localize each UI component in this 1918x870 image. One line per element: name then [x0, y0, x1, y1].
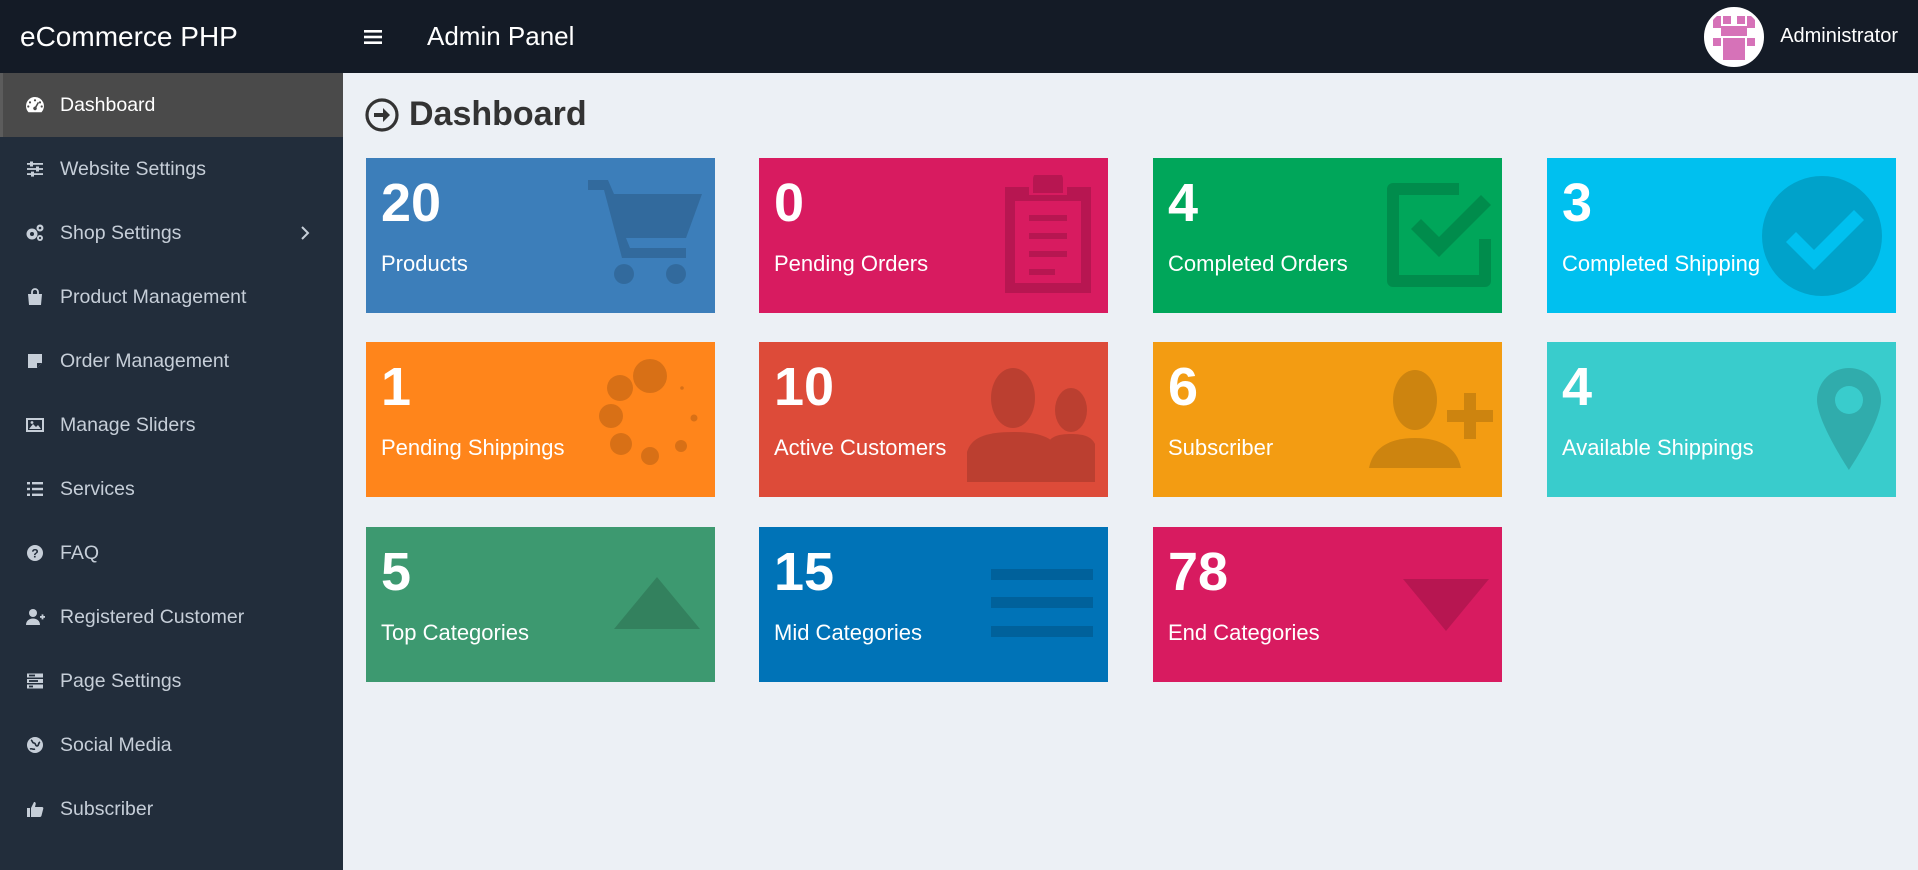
stat-value: 4	[1562, 357, 1593, 417]
users-icon	[967, 368, 1095, 482]
stat-label: Pending Orders	[774, 251, 929, 276]
stat-label: Pending Shippings	[381, 435, 565, 460]
sidebar-item-label: Dashboard	[60, 93, 156, 116]
map-marker-icon	[1817, 368, 1881, 470]
stat-card-pending-shippings[interactable]: 1 Pending Shippings	[366, 342, 715, 497]
sidebar-item-subscriber[interactable]: Subscriber	[0, 777, 343, 841]
stat-label: End Categories	[1168, 620, 1320, 645]
stat-value: 78	[1168, 542, 1229, 602]
cart-icon	[588, 178, 702, 288]
arrow-down-icon	[1403, 579, 1489, 631]
sidebar-toggle-button[interactable]	[343, 0, 403, 73]
sidebar-item-label: Page Settings	[60, 669, 182, 692]
stat-label: Available Shippings	[1562, 435, 1754, 460]
stat-value: 4	[1168, 173, 1199, 233]
stat-label: Products	[381, 251, 468, 276]
stat-value: 20	[381, 173, 442, 233]
user-menu[interactable]: Administrator	[1704, 0, 1898, 73]
page-title: Dashboard	[409, 95, 587, 133]
sidebar-item-label: Registered Customer	[60, 605, 245, 628]
stat-label: Completed Shipping	[1562, 251, 1761, 276]
hamburger-icon	[364, 29, 382, 44]
svg-text:?: ?	[31, 547, 38, 561]
stat-card-subscriber[interactable]: 6 Subscriber	[1153, 342, 1502, 497]
stat-label: Completed Orders	[1168, 251, 1348, 276]
stat-card-mid-categories[interactable]: 15 Mid Categories	[759, 527, 1108, 682]
check-circle-icon	[1762, 176, 1882, 296]
stat-value: 10	[774, 357, 835, 417]
stat-value: 15	[774, 542, 835, 602]
sidebar-item-label: Shop Settings	[60, 221, 182, 244]
stat-card-active-customers[interactable]: 10 Active Customers	[759, 342, 1108, 497]
stat-card-top-categories[interactable]: 5 Top Categories	[366, 527, 715, 682]
sidebar-item-label: FAQ	[60, 541, 100, 564]
sidebar-item-label: Website Settings	[60, 157, 206, 180]
stat-value: 5	[381, 542, 412, 602]
top-navbar: eCommerce PHP Admin Panel Administrator	[0, 0, 1918, 73]
sidebar-item-order-management[interactable]: Order Management	[0, 329, 343, 393]
stat-value: 6	[1168, 357, 1199, 417]
sidebar-item-product-management[interactable]: Product Management	[0, 265, 343, 329]
sidebar-item-page-settings[interactable]: Page Settings	[0, 649, 343, 713]
stat-value: 1	[381, 357, 412, 417]
user-plus-icon	[24, 606, 46, 628]
stat-card-pending-orders[interactable]: 0 Pending Orders	[759, 158, 1108, 313]
check-square-icon	[1387, 183, 1491, 287]
picture-icon	[24, 414, 46, 436]
globe-icon	[24, 734, 46, 756]
main-content: Dashboard 20 Products 0 Pending Orders 4…	[343, 73, 1918, 870]
bars-icon	[991, 569, 1093, 637]
stat-label: Subscriber	[1168, 435, 1274, 460]
sidebar-item-registered-customer[interactable]: Registered Customer	[0, 585, 343, 649]
sticky-note-icon	[24, 350, 46, 372]
list-icon	[24, 478, 46, 500]
sidebar-item-label: Subscriber	[60, 797, 154, 820]
sliders-icon	[24, 158, 46, 180]
stat-label: Top Categories	[381, 620, 529, 645]
stat-value: 3	[1562, 173, 1593, 233]
app-logo[interactable]: eCommerce PHP	[0, 0, 343, 73]
sidebar-item-manage-sliders[interactable]: Manage Sliders	[0, 393, 343, 457]
shopping-bag-icon	[24, 286, 46, 308]
sidebar-item-faq[interactable]: ? FAQ	[0, 521, 343, 585]
avatar[interactable]	[1704, 6, 1765, 67]
sidebar-item-services[interactable]: Services	[0, 457, 343, 521]
sidebar-item-label: Product Management	[60, 285, 247, 308]
hand-pointer-icon	[24, 798, 46, 820]
sidebar-item-dashboard[interactable]: Dashboard	[0, 73, 343, 137]
sidebar-item-label: Order Management	[60, 349, 230, 372]
sidebar-item-social-media[interactable]: Social Media	[0, 713, 343, 777]
sidebar-item-shop-settings[interactable]: Shop Settings	[0, 201, 343, 265]
page-header: Dashboard	[365, 95, 587, 134]
user-plus-icon	[1367, 368, 1493, 474]
tasks-icon	[24, 670, 46, 692]
sidebar-item-website-settings[interactable]: Website Settings	[0, 137, 343, 201]
sidebar: Dashboard Website Settings Shop Settings…	[0, 73, 343, 870]
clipboard-icon	[1001, 175, 1095, 293]
panel-title: Admin Panel	[427, 21, 575, 51]
arrow-circle-right-icon	[365, 97, 399, 132]
stat-value: 0	[774, 173, 805, 233]
sidebar-item-label: Manage Sliders	[60, 413, 196, 436]
spinner-icon	[598, 358, 702, 468]
dashboard-icon	[24, 94, 46, 116]
gears-icon	[24, 222, 46, 244]
stat-label: Active Customers	[774, 435, 947, 460]
sidebar-item-label: Services	[60, 477, 135, 500]
stat-card-completed-orders[interactable]: 4 Completed Orders	[1153, 158, 1502, 313]
stat-card-end-categories[interactable]: 78 End Categories	[1153, 527, 1502, 682]
stat-label: Mid Categories	[774, 620, 922, 645]
sidebar-item-label: Social Media	[60, 733, 172, 756]
question-circle-icon: ?	[24, 542, 46, 564]
stat-card-products[interactable]: 20 Products	[366, 158, 715, 313]
username: Administrator	[1780, 25, 1898, 47]
arrow-up-icon	[614, 577, 700, 629]
chevron-right-icon	[301, 226, 310, 240]
stat-card-available-shippings[interactable]: 4 Available Shippings	[1547, 342, 1896, 497]
stat-card-completed-shipping[interactable]: 3 Completed Shipping	[1547, 158, 1896, 313]
